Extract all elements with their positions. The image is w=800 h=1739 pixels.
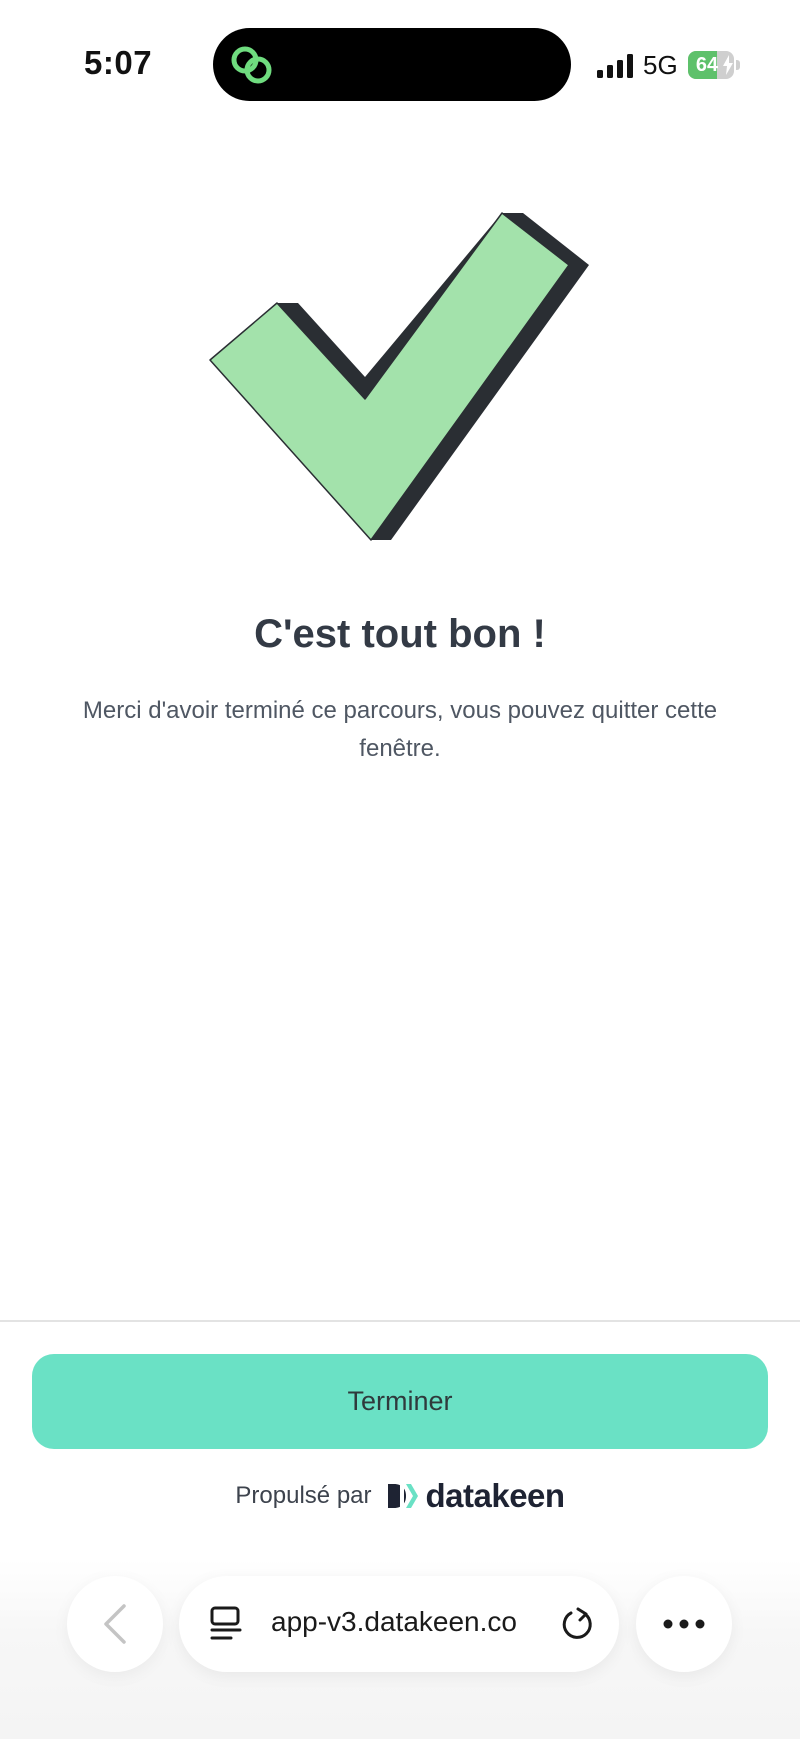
address-bar[interactable]: app-v3.datakeen.co <box>179 1576 619 1672</box>
linked-rings-icon <box>231 46 272 84</box>
divider <box>0 1320 800 1322</box>
success-screen: 5:07 5G 64 C'est tout bon ! Merci d'avoi… <box>0 0 800 1739</box>
url-text[interactable]: app-v3.datakeen.co <box>271 1606 517 1638</box>
more-dots-icon <box>663 1619 705 1629</box>
back-button[interactable] <box>67 1576 163 1672</box>
dynamic-island <box>213 28 571 101</box>
chevron-left-icon <box>104 1604 126 1644</box>
success-message: Merci d'avoir terminé ce parcours, vous … <box>82 697 718 762</box>
brand-name: datakeen <box>425 1477 566 1514</box>
network-type: 5G <box>643 50 678 80</box>
more-button[interactable] <box>636 1576 732 1672</box>
reload-icon[interactable] <box>559 1606 595 1642</box>
battery-percent: 64 <box>695 54 719 76</box>
datakeen-logo-icon <box>387 1484 418 1508</box>
page-title: C'est tout bon ! <box>254 612 546 656</box>
charging-bolt-icon <box>723 55 733 75</box>
finish-button[interactable]: Terminer <box>32 1354 768 1449</box>
powered-by: Propulsé par datakeen <box>0 1474 800 1518</box>
powered-by-label: Propulsé par <box>235 1482 372 1509</box>
signal-bars-icon <box>597 54 633 78</box>
battery-icon: 64 <box>688 51 742 79</box>
checkmark-icon <box>209 212 589 541</box>
status-time: 5:07 <box>84 44 153 81</box>
brand-logo: datakeen <box>386 1477 565 1515</box>
reader-mode-icon[interactable] <box>209 1606 243 1642</box>
